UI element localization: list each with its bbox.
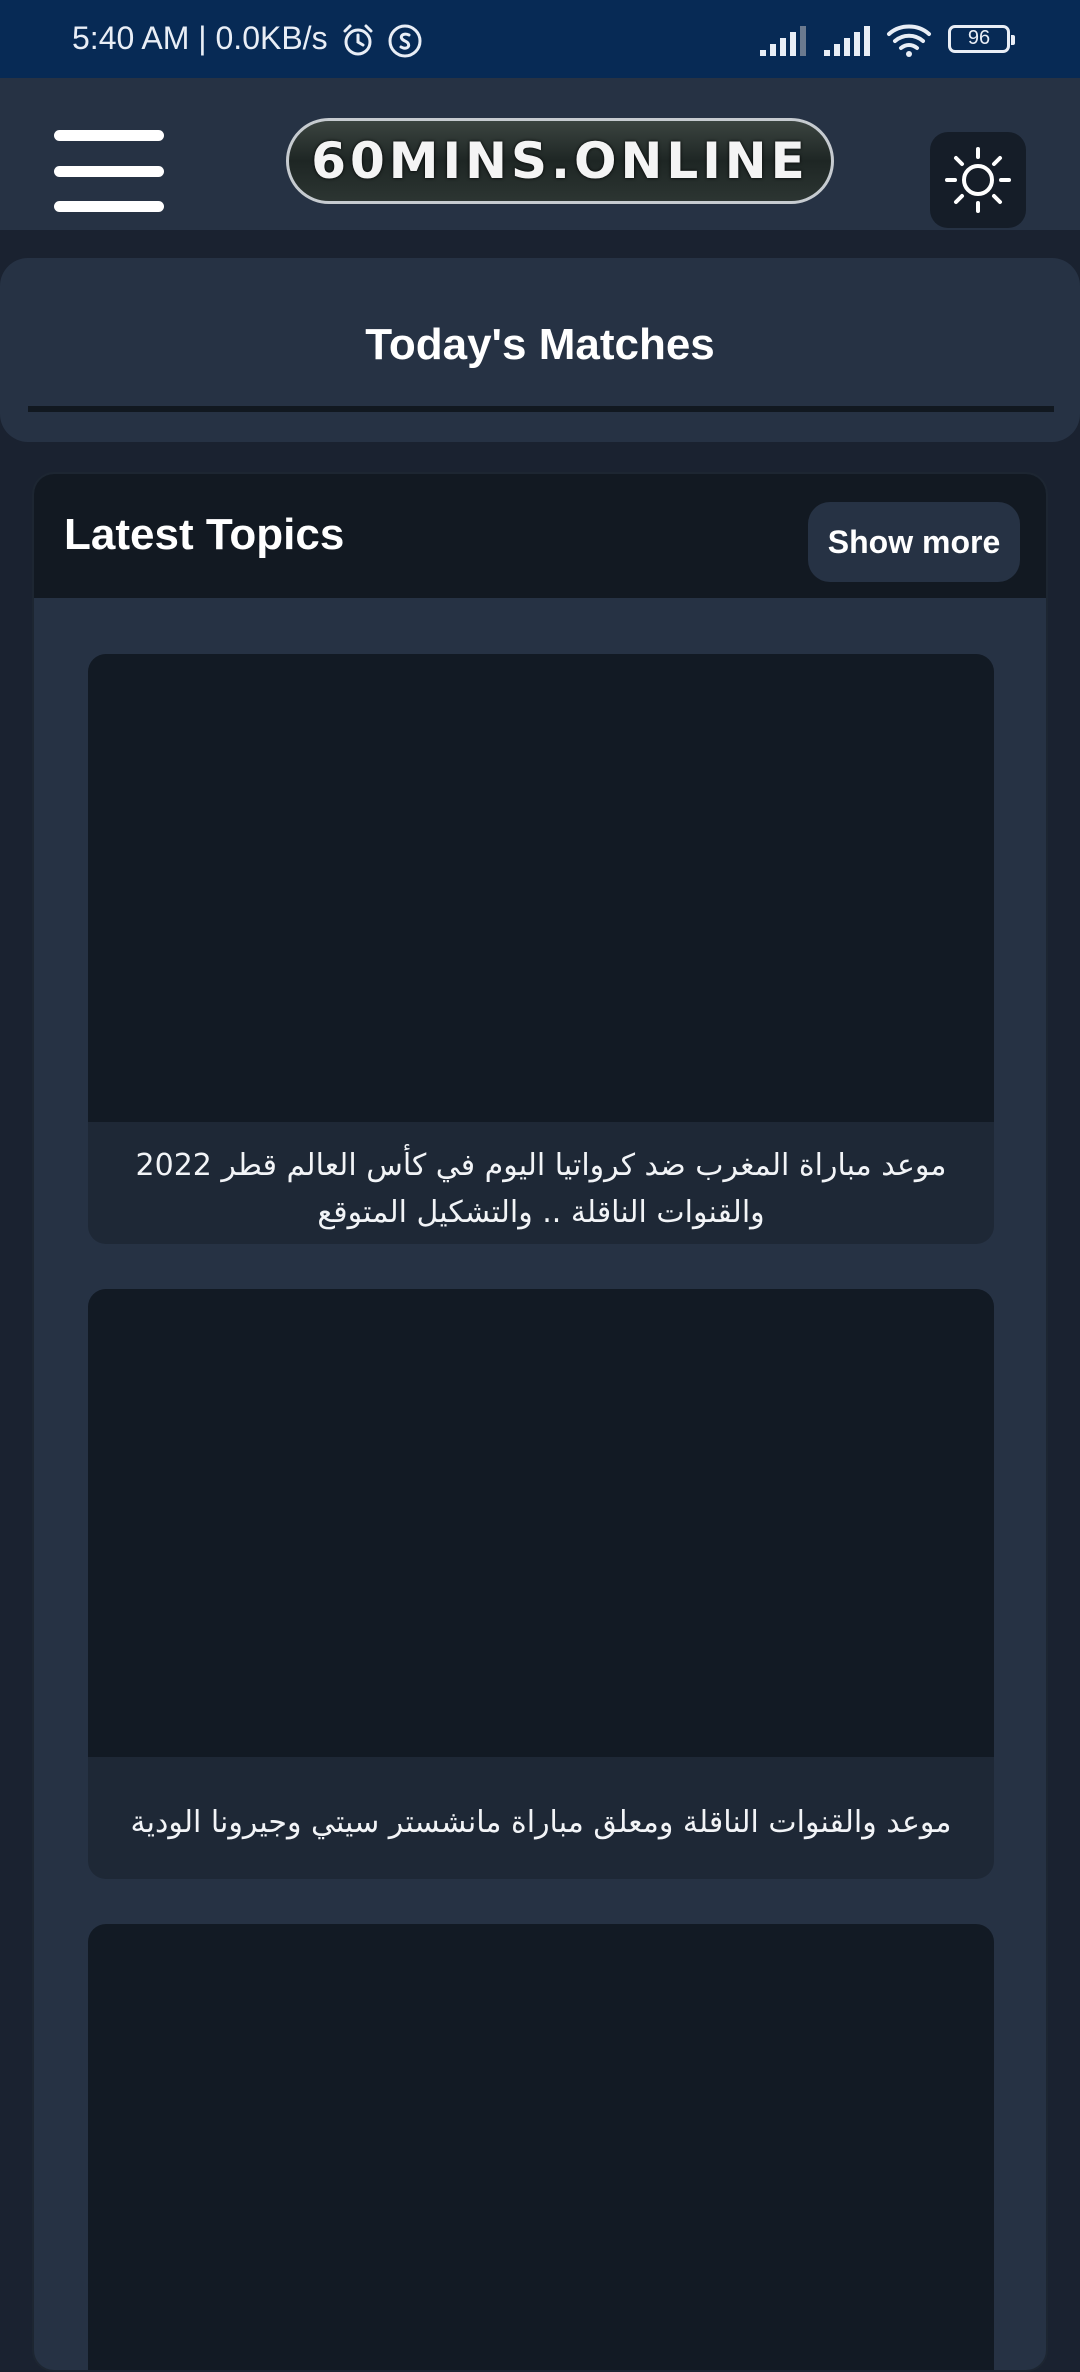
matches-divider [28, 406, 1054, 412]
status-time-speed: 5:40 AM | 0.0KB/s [72, 20, 328, 57]
status-bar: 5:40 AM | 0.0KB/s 96 [0, 0, 1080, 78]
theme-toggle-button[interactable] [930, 132, 1026, 228]
wifi-icon [886, 20, 932, 59]
article-title[interactable]: موعد والقنوات الناقلة ومعلق مباراة مانشس… [88, 1757, 994, 1846]
battery-icon: 96 [948, 24, 1015, 53]
menu-icon-bar-bottom [54, 201, 164, 212]
status-right: 96 [758, 20, 1015, 59]
article-card[interactable]: موعد والقنوات الناقلة ومعلق مباراة مانشس… [88, 1289, 994, 1879]
todays-matches-card: Today's Matches [0, 258, 1080, 442]
latest-topics-header: Latest Topics Show more [34, 474, 1046, 598]
site-logo[interactable]: 60MINS.ONLINE [286, 118, 834, 204]
latest-topics-section: Latest Topics Show more موعد مباراة المغ… [32, 472, 1048, 2372]
article-thumbnail[interactable] [88, 1924, 994, 2370]
menu-button[interactable] [54, 130, 166, 212]
show-more-button[interactable]: Show more [808, 502, 1020, 582]
battery-level: 96 [967, 27, 991, 50]
article-title[interactable]: موعد مباراة المغرب ضد كرواتيا اليوم في ك… [88, 1122, 994, 1236]
article-card[interactable] [88, 1924, 994, 2370]
article-card[interactable]: موعد مباراة المغرب ضد كرواتيا اليوم في ك… [88, 654, 994, 1244]
signal-icon-2 [822, 20, 870, 58]
status-left: 5:40 AM | 0.0KB/s [72, 20, 422, 59]
signal-icon-1 [758, 20, 806, 58]
shazam-icon [388, 20, 422, 58]
latest-topics-title: Latest Topics [64, 510, 345, 559]
alarm-icon [340, 20, 376, 59]
app-header: 60MINS.ONLINE [0, 78, 1080, 230]
article-thumbnail[interactable] [88, 1289, 994, 1757]
todays-matches-title: Today's Matches [365, 320, 715, 369]
sun-icon [943, 145, 1013, 215]
logo-text: 60MINS.ONLINE [311, 132, 809, 190]
article-thumbnail[interactable] [88, 654, 994, 1122]
menu-icon-bar-middle [54, 166, 164, 177]
menu-icon-bar-top [54, 130, 164, 141]
